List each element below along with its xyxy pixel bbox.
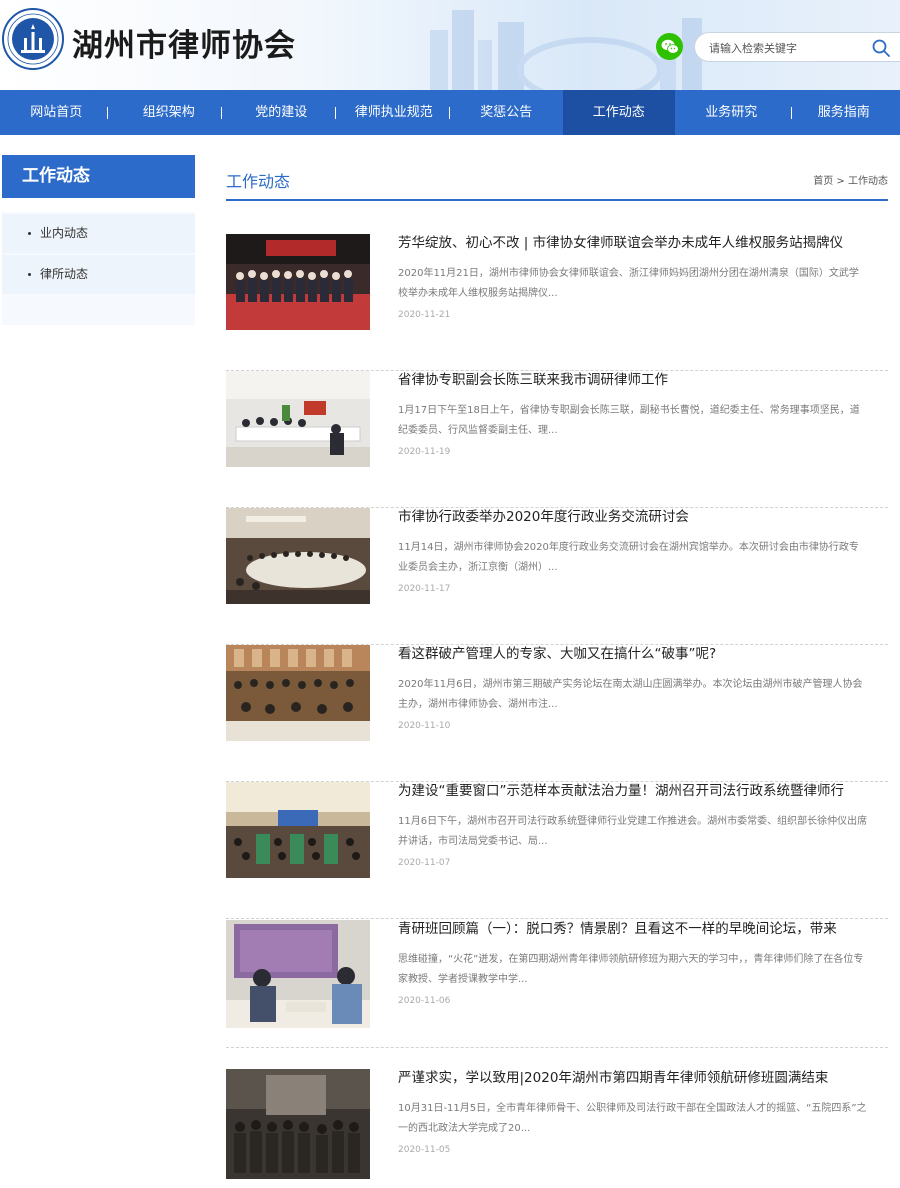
article-date: 2020-11-21	[398, 310, 451, 320]
search-box	[694, 32, 900, 62]
nav-item-organization[interactable]: 组织架构	[113, 90, 226, 135]
article-summary: 11月14日，湖州市律师协会2020年度行政业务交流研讨会在湖州宾馆举办。本次研…	[398, 542, 859, 573]
site-header: 湖州市律师协会	[0, 0, 900, 90]
article-title[interactable]: 省律协专职副会长陈三联来我市调研律师工作	[398, 371, 888, 389]
nav-divider	[791, 107, 792, 119]
article-title[interactable]: 青研班回顾篇（一）：脱口秀？情景剧？且看这不一样的早晚间论坛，带来	[398, 920, 888, 938]
bullet-icon	[28, 273, 31, 276]
article-date: 2020-11-17	[398, 584, 451, 594]
article-date: 2020-11-07	[398, 858, 451, 868]
sidebar-title: 工作动态	[2, 155, 195, 198]
sidebar-item-industry-news[interactable]: 业内动态	[2, 214, 195, 253]
article-date: 2020-11-10	[398, 721, 451, 731]
nav-item-research[interactable]: 业务研究	[675, 90, 788, 135]
article-item[interactable]: 严谨求实，学以致用|2020年湖州市第四期青年律师领航研修班圆满结束 10月31…	[226, 1069, 888, 1188]
article-thumbnail[interactable]	[226, 1069, 370, 1179]
sidebar-item-label: 业内动态	[40, 226, 89, 240]
sidebar-item-firm-news[interactable]: 律所动态	[2, 255, 195, 294]
search-input[interactable]	[709, 39, 859, 57]
association-seal-logo	[2, 8, 64, 70]
title-divider	[226, 199, 888, 201]
wechat-icon	[661, 39, 679, 54]
nav-item-awards[interactable]: 奖惩公告	[450, 90, 563, 135]
site-title: 湖州市律师协会	[72, 28, 296, 64]
search-icon[interactable]	[871, 38, 891, 58]
wechat-button[interactable]	[656, 33, 683, 60]
article-summary: 2020年11月6日，湖州市第三期破产实务论坛在南太湖山庄圆满举办。本次论坛由湖…	[398, 679, 863, 710]
bullet-icon	[28, 232, 31, 235]
nav-item-practice-rules[interactable]: 律师执业规范	[338, 90, 451, 135]
article-thumbnail[interactable]	[226, 645, 370, 741]
article-summary: 1月17日下午至18日上午，省律协专职副会长陈三联，副秘书长曹悦，道纪委主任、常…	[398, 405, 860, 436]
main-nav: 网站首页 组织架构 党的建设 律师执业规范 奖惩公告 工作动态 业务研究 服务指…	[0, 90, 900, 135]
article-thumbnail[interactable]	[226, 371, 370, 467]
article-thumbnail[interactable]	[226, 234, 370, 330]
nav-item-service-guide[interactable]: 服务指南	[788, 90, 900, 135]
article-summary: 2020年11月21日，湖州市律师协会女律师联谊会、浙江律师妈妈团湖州分团在湖州…	[398, 268, 859, 299]
article-thumbnail[interactable]	[226, 782, 370, 878]
article-thumbnail[interactable]	[226, 508, 370, 604]
article-title[interactable]: 芳华绽放、初心不改 | 市律协女律师联谊会举办未成年人维权服务站揭牌仪	[398, 234, 888, 252]
article-title[interactable]: 看这群破产管理人的专家、大咖又在搞什么“破事”呢?	[398, 645, 888, 663]
article-title[interactable]: 严谨求实，学以致用|2020年湖州市第四期青年律师领航研修班圆满结束	[398, 1069, 888, 1087]
article-item[interactable]: 青研班回顾篇（一）：脱口秀？情景剧？且看这不一样的早晚间论坛，带来 思维碰撞，“…	[226, 920, 888, 1048]
article-thumbnail[interactable]	[226, 920, 370, 1028]
nav-item-party-building[interactable]: 党的建设	[225, 90, 338, 135]
article-summary: 11月6日下午，湖州市召开司法行政系统暨律师行业党建工作推进会。湖州市委常委、组…	[398, 816, 868, 847]
article-item[interactable]: 市律协行政委举办2020年度行政业务交流研讨会 11月14日，湖州市律师协会20…	[226, 508, 888, 645]
nav-item-home[interactable]: 网站首页	[0, 90, 113, 135]
sidebar-item-label: 律所动态	[40, 267, 89, 281]
nav-divider	[449, 107, 450, 119]
article-item[interactable]: 省律协专职副会长陈三联来我市调研律师工作 1月17日下午至18日上午，省律协专职…	[226, 371, 888, 508]
nav-divider	[221, 107, 222, 119]
page-title: 工作动态	[226, 172, 291, 191]
article-summary: 思维碰撞，“火花”迸发，在第四期湖州青年律师领航研修班为期六天的学习中，，青年律…	[398, 954, 864, 985]
article-date: 2020-11-05	[398, 1145, 451, 1155]
article-summary: 10月31日-11月5日，全市青年律师骨干、公职律师及司法行政干部在全国政法人才…	[398, 1103, 867, 1134]
nav-divider	[107, 107, 108, 119]
article-item[interactable]: 芳华绽放、初心不改 | 市律协女律师联谊会举办未成年人维权服务站揭牌仪 2020…	[226, 234, 888, 371]
article-title[interactable]: 市律协行政委举办2020年度行政业务交流研讨会	[398, 508, 888, 526]
article-date: 2020-11-06	[398, 996, 451, 1006]
nav-divider	[335, 107, 336, 119]
nav-item-work-news[interactable]: 工作动态	[562, 90, 675, 135]
sidebar-list: 业内动态 律所动态	[2, 212, 195, 325]
article-date: 2020-11-19	[398, 447, 451, 457]
article-item[interactable]: 看这群破产管理人的专家、大咖又在搞什么“破事”呢? 2020年11月6日，湖州市…	[226, 645, 888, 782]
article-item[interactable]: 为建设“重要窗口”示范样本贡献法治力量！湖州召开司法行政系统暨律师行 11月6日…	[226, 782, 888, 919]
breadcrumb[interactable]: 首页 > 工作动态	[813, 172, 888, 187]
article-title[interactable]: 为建设“重要窗口”示范样本贡献法治力量！湖州召开司法行政系统暨律师行	[398, 782, 888, 800]
